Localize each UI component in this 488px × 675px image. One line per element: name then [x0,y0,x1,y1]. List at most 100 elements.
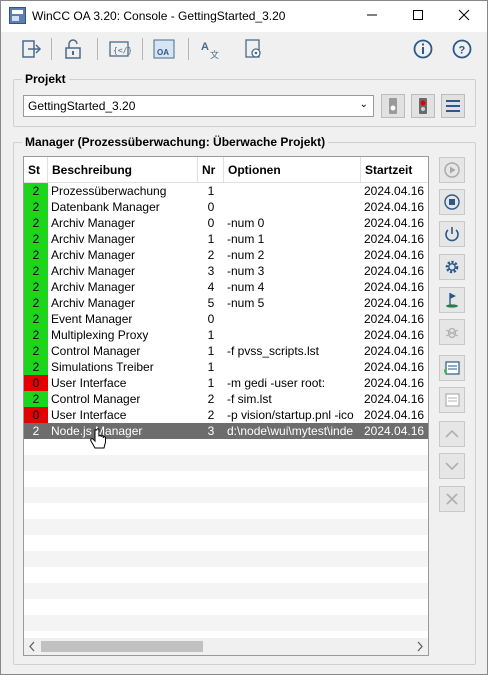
info-button[interactable] [411,37,435,61]
empty-row [24,567,428,583]
debug-flag-button[interactable] [439,287,465,313]
cell-opt [224,183,361,199]
cell-time: 2024.04.16 [364,424,425,438]
cell-st: 2 [24,311,48,327]
manager-settings-button[interactable] [439,254,465,280]
project-select[interactable]: GettingStarted_3.20 ⌄ [23,95,374,117]
column-header-optionen[interactable]: Optionen [224,157,361,183]
cell-opt: -num 5 [227,296,265,310]
table-row[interactable]: 2 Control Manager 2 -f sim.lst 2024.04.16 [24,391,428,407]
cell-st: 2 [24,391,48,407]
delete-manager-button[interactable] [439,486,465,512]
column-header-nr[interactable]: Nr [198,157,224,183]
cell-desc: Prozessüberwachung [51,184,167,198]
debug-button[interactable] [439,319,465,345]
project-status-button[interactable] [381,94,405,118]
svg-text:A: A [201,41,209,53]
cell-nr: 2 [207,392,215,406]
list-icon [446,100,460,112]
start-manager-button[interactable] [439,157,465,183]
power-button[interactable] [439,221,465,247]
cell-desc: User Interface [51,376,127,390]
table-row[interactable]: 2 Datenbank Manager 0 2024.04.16 [24,199,428,215]
table-row[interactable]: 2 Prozessüberwachung 1 2024.04.16 [24,183,428,199]
empty-row [24,551,428,567]
chevron-down-icon: ⌄ [359,99,368,110]
table-row[interactable]: 2 Archiv Manager 2 -num 2 2024.04.16 [24,247,428,263]
cell-opt: -num 2 [227,248,265,262]
cell-st: 2 [24,327,48,343]
cell-nr: 1 [207,360,215,374]
minimize-button[interactable] [349,1,395,32]
manager-table[interactable]: St Beschreibung Nr Optionen Startzeit 2P… [23,156,429,656]
close-icon [458,9,470,21]
wincc-oa-app-icon [9,7,26,24]
scrollbar-thumb[interactable] [41,641,203,652]
cell-nr: 0 [207,200,215,214]
table-row[interactable]: 2 Simulations Treiber 1 2024.04.16 [24,359,428,375]
cell-opt: -num 1 [227,232,265,246]
column-header-beschreibung[interactable]: Beschreibung [48,157,198,183]
script-icon: {</} [109,41,132,57]
script-button[interactable]: {</} [107,37,132,61]
empty-row [24,439,428,455]
empty-row [24,583,428,599]
move-down-button[interactable] [439,453,465,479]
cell-time: 2024.04.16 [364,344,425,358]
cell-time: 2024.04.16 [364,360,425,374]
table-row[interactable]: 2 Event Manager 0 2024.04.16 [24,311,428,327]
horizontal-scrollbar[interactable] [24,638,428,655]
move-up-button[interactable] [439,421,465,447]
svg-text:文: 文 [210,49,219,61]
insert-manager-button[interactable] [439,355,465,381]
wincc-oa-button[interactable]: OA [152,37,176,61]
cell-time: 2024.04.16 [364,216,425,230]
translate-button[interactable]: A文 [198,37,222,61]
cell-nr: 0 [207,312,215,326]
cell-nr: 1 [207,184,215,198]
debug-flag-icon [446,293,458,308]
cell-opt: -num 4 [227,280,265,294]
cell-opt [224,199,361,215]
cell-st: 2 [24,295,48,311]
unlock-button[interactable] [61,37,85,61]
minimize-icon [367,14,377,16]
cell-time: 2024.04.16 [364,328,425,342]
stop-manager-button[interactable] [439,189,465,215]
table-row[interactable]: 0 User Interface 1 -m gedi -user root: 2024.… [24,375,428,391]
table-row[interactable]: 2 Node.js Manager 3 d:\node\wui\mytest\inde… [24,423,428,439]
help-button[interactable]: ? [450,37,474,61]
delete-icon [446,493,458,505]
cell-time: 2024.04.16 [364,312,425,326]
cell-st: 2 [24,359,48,375]
insert-manager-icon [444,361,460,375]
title-bar[interactable]: WinCC OA 3.20: Console - GettingStarted_… [1,1,487,32]
table-row[interactable]: 2 Archiv Manager 3 -num 3 2024.04.16 [24,263,428,279]
cell-st: 2 [24,279,48,295]
settings-document-button[interactable] [241,37,265,61]
table-row[interactable]: 2 Archiv Manager 1 -num 1 2024.04.16 [24,231,428,247]
project-list-button[interactable] [441,94,465,118]
empty-row [24,519,428,535]
empty-row [24,455,428,471]
gear-icon [445,260,459,274]
remove-manager-button[interactable] [439,387,465,413]
table-row[interactable]: 2 Archiv Manager 0 -num 0 2024.04.16 [24,215,428,231]
cell-st: 2 [24,199,48,215]
table-row[interactable]: 2 Archiv Manager 4 -num 4 2024.04.16 [24,279,428,295]
cell-st: 0 [24,375,48,391]
exit-button[interactable] [19,37,43,61]
table-row[interactable]: 2 Archiv Manager 5 -num 5 2024.04.16 [24,295,428,311]
table-row[interactable]: 0 User Interface 2 -p vision/startup.pnl -i… [24,407,428,423]
column-header-st[interactable]: St [24,157,48,183]
table-row[interactable]: 2 Control Manager 1 -f pvss_scripts.lst 2024… [24,343,428,359]
cell-time: 2024.04.16 [364,296,425,310]
close-button[interactable] [441,1,487,32]
cell-nr: 2 [207,248,215,262]
column-header-startzeit[interactable]: Startzeit [361,157,428,183]
exit-icon [22,40,42,58]
table-row[interactable]: 2 Multiplexing Proxy 1 2024.04.16 [24,327,428,343]
cell-st: 2 [24,263,48,279]
project-stop-button[interactable] [411,94,435,118]
maximize-button[interactable] [395,1,441,32]
